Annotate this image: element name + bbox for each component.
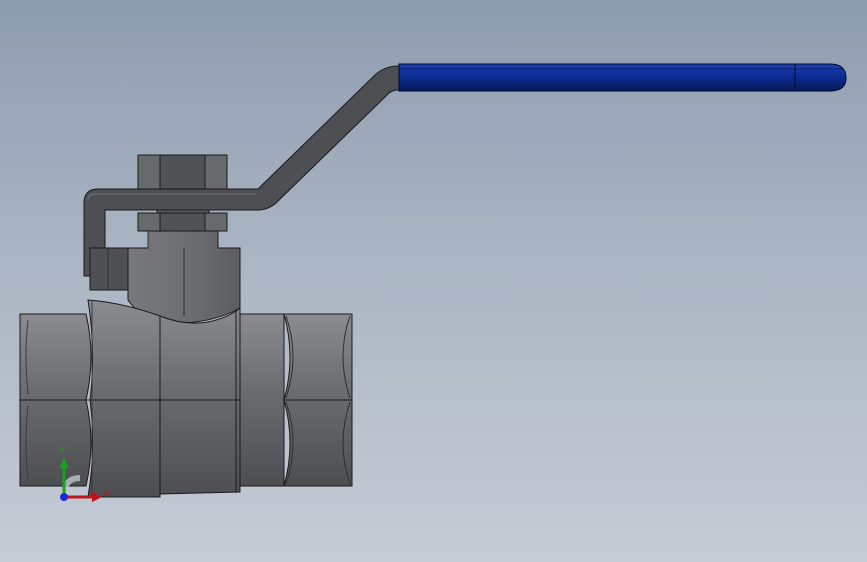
ball-valve-model[interactable]: Y X	[0, 0, 867, 562]
left-hex-end[interactable]	[19, 313, 92, 487]
right-hex-end[interactable]	[283, 313, 353, 487]
gland-nut[interactable]	[137, 212, 228, 232]
stop-lug	[89, 247, 131, 291]
triad-x-label: X	[103, 488, 110, 499]
graphics-viewport[interactable]: Y X	[0, 0, 867, 562]
lever-grip[interactable]	[398, 63, 847, 92]
triad-y-label: Y	[58, 446, 66, 457]
lever-arm[interactable]	[83, 65, 401, 277]
stem-nut[interactable]	[137, 154, 228, 190]
triad-z-axis-icon	[60, 493, 68, 501]
right-coupling[interactable]	[239, 313, 285, 487]
valve-neck[interactable]	[127, 230, 241, 324]
